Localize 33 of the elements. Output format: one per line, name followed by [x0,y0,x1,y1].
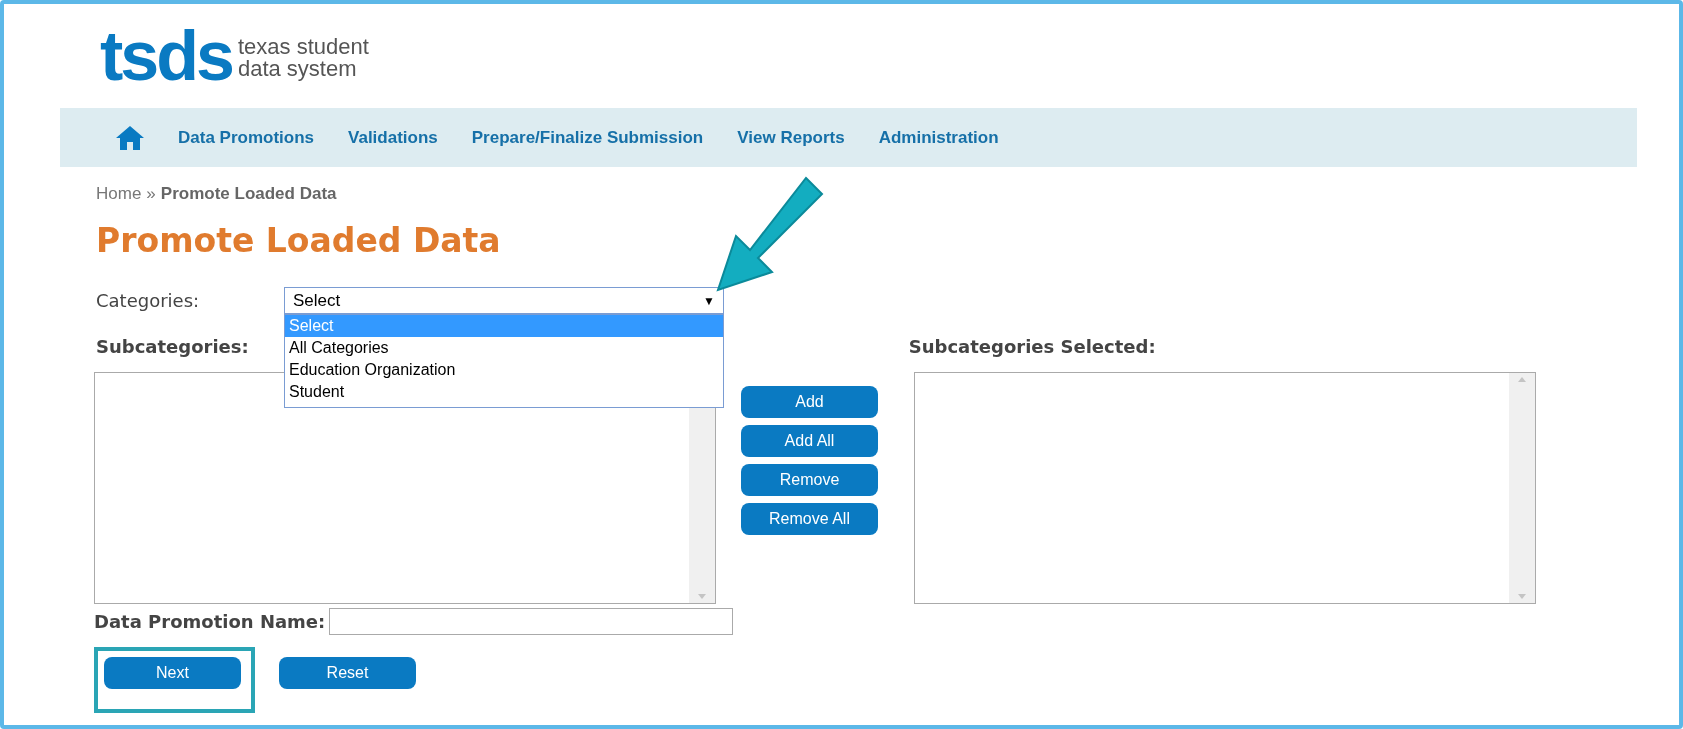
home-icon[interactable] [116,125,144,150]
scroll-up-icon[interactable] [1518,376,1526,382]
dropdown-option[interactable]: Select [285,315,723,337]
transfer-button[interactable]: Add All [741,424,878,457]
transfer-button[interactable]: Add [741,385,878,418]
action-button[interactable]: Next [104,656,241,689]
scroll-down-icon[interactable] [1518,593,1526,599]
field-label: Data Promotion Name: [94,609,326,634]
promotion-name-field[interactable] [329,607,734,635]
logo-mark: tsds [100,21,232,91]
field-label: Subcategories Selected: [908,334,1156,359]
dropdown-option[interactable]: Education Organization [285,359,723,381]
nav-link[interactable]: Validations [348,124,438,151]
field-label: Subcategories: [96,334,249,359]
dropdown-option[interactable]: All Categories [285,337,723,359]
category-select[interactable]: Select ▼ [284,287,724,314]
selected-subcategories-list[interactable] [914,371,1536,604]
breadcrumb-link[interactable]: Home [96,181,142,207]
dropdown-option[interactable]: Student [285,381,723,403]
nav-link[interactable]: Administration [878,124,999,151]
logo-text: texas student [237,36,369,58]
logo-text: data system [237,58,358,80]
nav-link[interactable]: Data Promotions [178,124,315,151]
nav-link[interactable]: View Reports [737,124,845,151]
scroll-down-icon[interactable] [698,593,706,599]
page-title: Promote Loaded Data [96,220,502,261]
transfer-button[interactable]: Remove All [741,502,878,535]
nav-link[interactable]: Prepare/Finalize Submission [471,124,704,151]
breadcrumb-separator: » [146,183,156,205]
transfer-button[interactable]: Remove [741,463,878,496]
breadcrumb-current: Promote Loaded Data [160,183,337,205]
field-label: Categories: [96,289,201,313]
action-button[interactable]: Reset [279,656,416,689]
